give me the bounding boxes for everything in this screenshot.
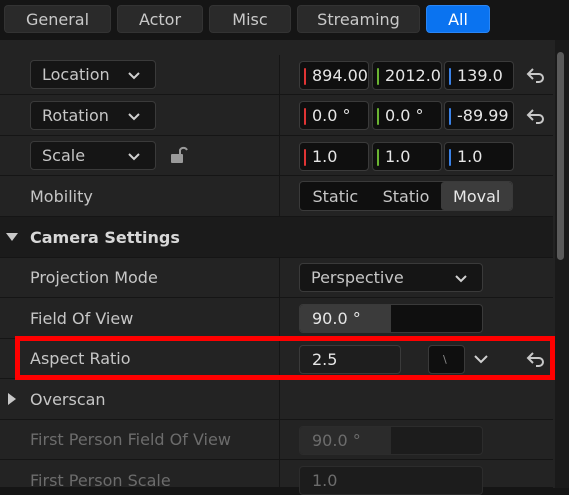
collapse-triangle-icon[interactable] xyxy=(5,231,19,243)
scale-z-field[interactable]: 1.0 xyxy=(444,142,514,171)
mobility-option-movable[interactable]: Moval xyxy=(441,182,512,210)
chevron-down-icon xyxy=(128,113,140,121)
location-x-field[interactable]: 894.00 xyxy=(299,61,369,90)
highlight-box xyxy=(15,336,555,380)
mobility-option-stationary[interactable]: Statio xyxy=(371,182,442,210)
projection-mode-value: Perspective xyxy=(311,268,404,287)
mobility-label: Mobility xyxy=(30,187,93,206)
reset-arrow-icon[interactable] xyxy=(526,67,546,83)
rotation-label: Rotation xyxy=(42,106,109,125)
overscan-label: Overscan xyxy=(30,390,106,409)
rotation-x-field[interactable]: 0.0 ° xyxy=(299,101,369,130)
chevron-down-icon xyxy=(128,72,140,80)
rotation-y-field[interactable]: 0.0 ° xyxy=(372,101,442,130)
tab-misc[interactable]: Misc xyxy=(209,5,291,33)
scrollbar-thumb[interactable] xyxy=(557,52,564,260)
column-divider xyxy=(279,55,280,217)
projection-mode-label: Projection Mode xyxy=(30,268,158,287)
unlock-icon[interactable] xyxy=(169,145,189,165)
mobility-segmented-control[interactable]: Static Statio Moval xyxy=(299,181,513,211)
first-person-scale-field: 1.0 xyxy=(299,466,483,495)
location-y-field[interactable]: 2012.0 xyxy=(372,61,442,90)
tab-all[interactable]: All xyxy=(426,5,490,33)
expand-triangle-icon[interactable] xyxy=(6,392,18,406)
first-person-scale-label: First Person Scale xyxy=(30,471,171,490)
location-dropdown[interactable]: Location xyxy=(30,60,156,89)
first-person-fov-label: First Person Field Of View xyxy=(30,430,231,449)
location-label: Location xyxy=(42,65,110,84)
chevron-down-icon xyxy=(128,153,140,161)
camera-settings-title: Camera Settings xyxy=(30,228,180,247)
scale-x-field[interactable]: 1.0 xyxy=(299,142,369,171)
tab-general[interactable]: General xyxy=(4,5,111,33)
projection-mode-dropdown[interactable]: Perspective xyxy=(299,263,483,292)
scale-y-field[interactable]: 1.0 xyxy=(372,142,442,171)
tab-actor[interactable]: Actor xyxy=(117,5,203,33)
location-z-field[interactable]: 139.0 xyxy=(444,61,514,90)
reset-arrow-icon[interactable] xyxy=(526,108,546,124)
scale-dropdown[interactable]: Scale xyxy=(30,141,156,170)
first-person-fov-slider: 90.0 ° xyxy=(299,426,483,455)
mobility-option-static[interactable]: Static xyxy=(300,182,371,210)
field-of-view-slider[interactable]: 90.0 ° xyxy=(299,304,483,333)
filter-tab-bar: General Actor Misc Streaming All xyxy=(0,0,569,40)
chevron-down-icon xyxy=(455,275,467,283)
scale-label: Scale xyxy=(42,146,86,165)
field-of-view-label: Field Of View xyxy=(30,309,134,328)
rotation-z-field[interactable]: -89.99 xyxy=(444,101,514,130)
tab-streaming[interactable]: Streaming xyxy=(297,5,420,33)
rotation-dropdown[interactable]: Rotation xyxy=(30,101,156,130)
